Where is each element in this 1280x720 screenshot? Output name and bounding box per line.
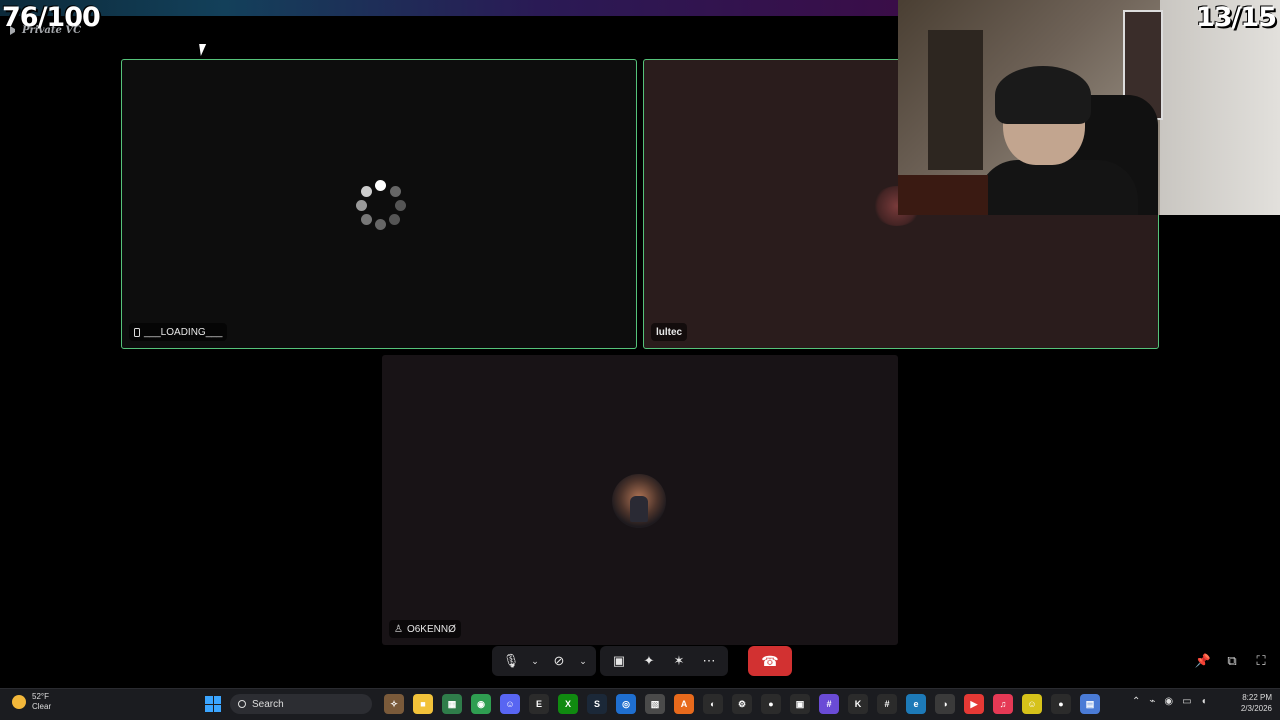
popout-icon[interactable]: ⧉ xyxy=(1222,652,1242,670)
weather-temperature: 52°F xyxy=(32,692,49,701)
taskbar-clock[interactable]: 8:22 PM 2/3/2026 xyxy=(1241,692,1272,714)
speaker-icon xyxy=(10,26,19,35)
search-placeholder: Search xyxy=(252,698,284,710)
mic-tray-icon[interactable]: ◉ xyxy=(1164,696,1173,707)
video-tile-o6kenno[interactable]: ♙ O6KENNØ xyxy=(382,355,898,645)
screen: 76/100 Private VC ___LOADING___ lultec ♙… xyxy=(0,0,1280,720)
soundboard-button[interactable]: ✶ xyxy=(666,648,692,674)
user-avatar xyxy=(612,474,666,528)
emoji-app-icon[interactable]: ☺ xyxy=(1022,694,1042,714)
grid-app-icon[interactable]: # xyxy=(819,694,839,714)
camera-off-button[interactable]: ⊘ xyxy=(546,648,572,674)
loading-spinner-icon xyxy=(356,180,406,230)
webcam-desk xyxy=(898,175,988,215)
voice-channel-name: Private VC xyxy=(22,25,82,36)
windows-start-icon[interactable] xyxy=(205,696,221,712)
edge-icon[interactable]: e xyxy=(906,694,926,714)
taskbar-search-box[interactable]: Search xyxy=(230,694,372,714)
maps-icon[interactable]: ● xyxy=(1051,694,1071,714)
playstation-icon: ♙ xyxy=(394,623,403,635)
username-label: O6KENNØ xyxy=(406,623,456,635)
display-icon[interactable]: ▭ xyxy=(1182,696,1191,707)
mouse-cursor-icon xyxy=(199,44,208,56)
audio-video-group: 🎙 ⌄ ⊘ ⌄ xyxy=(492,646,596,676)
webcam-person-beanie xyxy=(995,66,1091,124)
username-label: lultec xyxy=(656,326,683,338)
discord-icon[interactable]: ☺ xyxy=(500,694,520,714)
username-tag: ___LOADING___ xyxy=(129,323,228,341)
call-controls: 🎙 ⌄ ⊘ ⌄ ▣ ✦ ✶ ⋯ ☎ xyxy=(492,646,792,676)
username-tag: ♙ O6KENNØ xyxy=(389,620,461,638)
voice-channel-label: Private VC xyxy=(10,25,81,36)
search-icon xyxy=(238,700,246,708)
camera-options-chevron-icon[interactable]: ⌄ xyxy=(576,648,590,674)
more-options-button[interactable]: ⋯ xyxy=(696,648,722,674)
steam-icon[interactable]: S xyxy=(587,694,607,714)
screen-share-button[interactable]: ▣ xyxy=(606,648,632,674)
obs-icon[interactable]: ◐ xyxy=(703,694,723,714)
youtube-app-icon[interactable]: ▶ xyxy=(964,694,984,714)
tray-overflow-icon[interactable]: ⌃ xyxy=(1132,696,1140,707)
music-icon[interactable]: ♫ xyxy=(993,694,1013,714)
epic-games-icon[interactable]: E xyxy=(529,694,549,714)
fullscreen-icon[interactable]: ⛶ xyxy=(1251,652,1271,670)
webcam-person-body xyxy=(978,160,1138,215)
steelseries-icon[interactable]: ⚙ xyxy=(732,694,752,714)
webcam-shelf xyxy=(928,30,983,170)
network-icon[interactable]: ⌁ xyxy=(1149,696,1155,707)
clock-date: 2/3/2026 xyxy=(1240,704,1272,713)
calculator-icon[interactable]: ▦ xyxy=(442,694,462,714)
activities-button[interactable]: ✦ xyxy=(636,648,662,674)
weather-description: Clear xyxy=(32,702,52,711)
username-tag: lultec xyxy=(651,323,688,341)
adobe-icon[interactable]: A xyxy=(674,694,694,714)
mobile-phone-icon xyxy=(134,327,140,337)
browser-icon[interactable]: ◎ xyxy=(616,694,636,714)
sticker-icon[interactable]: ✧ xyxy=(384,694,404,714)
notepad-icon[interactable]: ▤ xyxy=(1080,694,1100,714)
pin-icon[interactable]: 📌 xyxy=(1193,652,1213,670)
score-counter-right: 13/15 xyxy=(1195,2,1277,33)
hashtag-app-icon[interactable]: # xyxy=(877,694,897,714)
chrome-icon[interactable]: ◉ xyxy=(471,694,491,714)
github-icon[interactable]: ● xyxy=(761,694,781,714)
xbox-icon[interactable]: X xyxy=(558,694,578,714)
roblox-icon[interactable]: ▣ xyxy=(790,694,810,714)
media-app-icon[interactable]: ◑ xyxy=(935,694,955,714)
microphone-button[interactable]: 🎙 xyxy=(498,648,524,674)
video-tile-loading-user[interactable]: ___LOADING___ xyxy=(121,59,637,349)
weather-widget[interactable]: 52°F Clear xyxy=(12,692,51,712)
moon-weather-icon xyxy=(12,695,26,709)
actions-group: ▣ ✦ ✶ ⋯ xyxy=(600,646,728,676)
disconnect-button[interactable]: ☎ xyxy=(748,646,792,676)
volume-icon[interactable]: ◖ xyxy=(1201,696,1207,707)
mic-options-chevron-icon[interactable]: ⌄ xyxy=(528,648,542,674)
taskbar-apps: ✧ ■ ▦ ◉ ☺ E X S ◎ ▧ A ◐ ⚙ ● ▣ # K # e ◑ ▶ ♫ ☺ ● ▤ xyxy=(384,694,1100,714)
system-tray: ⌃ ⌁ ◉ ▭ ◖ xyxy=(1132,696,1207,707)
clock-time: 8:22 PM xyxy=(1242,693,1272,702)
file-explorer-icon[interactable]: ■ xyxy=(413,694,433,714)
capcut-icon[interactable]: K xyxy=(848,694,868,714)
overlay-top-gradient xyxy=(0,0,898,16)
username-label: ___LOADING___ xyxy=(144,326,223,338)
minecraft-icon[interactable]: ▧ xyxy=(645,694,665,714)
